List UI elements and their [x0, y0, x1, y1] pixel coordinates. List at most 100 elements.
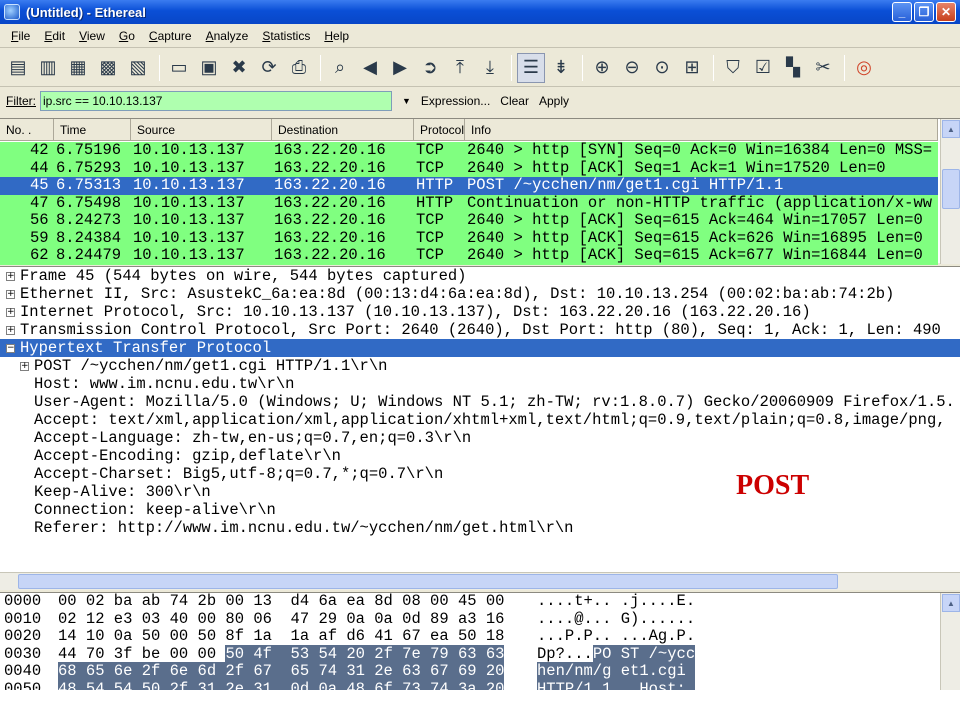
scroll-up-icon[interactable]: ▲ — [942, 120, 960, 138]
menu-file[interactable]: File — [4, 29, 37, 43]
go-last-icon[interactable]: ⤓ — [476, 53, 504, 83]
detail-row-http-field[interactable]: Accept-Language: zh-tw,en-us;q=0.7,en;q=… — [0, 429, 960, 447]
print-icon[interactable]: ⎙ — [285, 53, 313, 83]
table-row[interactable]: 56 8.24273 10.10.13.137 163.22.20.16 TCP 2640… — [0, 212, 938, 230]
expand-icon[interactable]: + — [6, 271, 15, 281]
column-protocol[interactable]: Protocol — [414, 119, 465, 141]
cell-src: 10.10.13.137 — [133, 142, 245, 159]
detail-row[interactable]: + Internet Protocol, Src: 10.10.13.137 (1… — [0, 303, 960, 321]
expand-icon[interactable]: + — [6, 289, 15, 299]
detail-row-http-field[interactable]: Accept: text/xml,application/xml,applica… — [0, 411, 960, 429]
open-file-icon[interactable]: ▭ — [165, 53, 193, 83]
collapse-icon[interactable]: − — [6, 343, 15, 353]
restart-capture-icon[interactable]: ▧ — [124, 53, 152, 83]
column-source[interactable]: Source — [131, 119, 272, 141]
column-info[interactable]: Info — [465, 119, 938, 141]
hex-offset: 0000 — [4, 592, 42, 610]
scroll-thumb[interactable] — [942, 169, 960, 209]
capture-options-icon[interactable]: ▥ — [34, 53, 62, 83]
coloring-rules-icon[interactable]: ▚ — [779, 53, 807, 83]
filter-dropdown-icon[interactable]: ▼ — [402, 96, 411, 106]
hex-row[interactable]: 0030 44 70 3f be 00 00 50 4f 53 54 20 2f … — [0, 644, 960, 664]
close-file-icon[interactable]: ✖ — [225, 53, 253, 83]
hex-row[interactable]: 0040 68 65 6e 2f 6e 6d 2f 67 65 74 31 2e … — [0, 662, 960, 681]
preferences-icon[interactable]: ✂ — [809, 53, 837, 83]
display-filters-icon[interactable]: ☑ — [749, 53, 777, 83]
resize-columns-icon[interactable]: ⊞ — [678, 53, 706, 83]
cell-dst: 163.22.20.16 — [274, 142, 386, 159]
details-horizontal-scrollbar[interactable] — [0, 572, 960, 590]
table-row[interactable]: 45 6.75313 10.10.13.137 163.22.20.16 HTTP POS… — [0, 177, 938, 195]
cell-src: 10.10.13.137 — [133, 194, 245, 212]
capture-filters-icon[interactable]: ⛉ — [719, 53, 747, 83]
cell-time: 6.75313 — [56, 177, 122, 194]
hex-row[interactable]: 0010 02 12 e3 03 40 00 80 06 47 29 0a 0a … — [0, 610, 960, 629]
cell-proto: HTTP — [416, 177, 454, 194]
hex-bytes: 44 70 3f be 00 00 50 4f 53 54 20 2f 7e 7… — [58, 644, 505, 664]
start-capture-icon[interactable]: ▦ — [64, 53, 92, 83]
expand-icon[interactable]: + — [20, 361, 29, 371]
detail-row-http-field[interactable]: User-Agent: Mozilla/5.0 (Windows; U; Win… — [0, 393, 960, 411]
colorize-icon[interactable]: ☰ — [517, 52, 545, 83]
help-icon[interactable]: ◎ — [850, 53, 878, 83]
detail-row-http-field[interactable]: Host: www.im.ncnu.edu.tw\r\n — [0, 375, 960, 393]
menu-go[interactable]: Go — [112, 29, 142, 43]
column-no[interactable]: No. . — [0, 119, 54, 141]
detail-row-http[interactable]: − Hypertext Transfer Protocol — [0, 339, 960, 357]
detail-row[interactable]: + Frame 45 (544 bytes on wire, 544 bytes … — [0, 267, 960, 285]
detail-row-http-field[interactable]: Connection: keep-alive\r\n — [0, 501, 960, 519]
go-first-icon[interactable]: ⤒ — [446, 53, 474, 83]
table-row[interactable]: 42 6.75196 10.10.13.137 163.22.20.16 TCP 2640… — [0, 142, 938, 160]
minimize-button[interactable]: _ — [892, 2, 912, 22]
hex-offset: 0020 — [4, 627, 42, 645]
detail-row[interactable]: + Transmission Control Protocol, Src Port… — [0, 321, 960, 339]
zoom-out-icon[interactable]: ⊖ — [618, 53, 646, 83]
column-destination[interactable]: Destination — [272, 119, 414, 141]
table-row[interactable]: 62 8.24479 10.10.13.137 163.22.20.16 TCP 2640… — [0, 247, 938, 265]
horizontal-scroll-thumb[interactable] — [18, 574, 838, 589]
hex-scroll-up-icon[interactable]: ▲ — [942, 594, 960, 612]
go-forward-icon[interactable]: ▶ — [386, 53, 414, 83]
title-bar[interactable]: (Untitled) - Ethereal _ ❐ ✕ — [0, 0, 960, 24]
interface-list-icon[interactable]: ▤ — [4, 53, 32, 83]
autoscroll-icon[interactable]: ⇟ — [547, 53, 575, 83]
zoom-normal-icon[interactable]: ⊙ — [648, 53, 676, 83]
menu-help[interactable]: Help — [317, 29, 356, 43]
packet-list-scrollbar[interactable]: ▲ — [940, 119, 960, 264]
find-packet-icon[interactable]: ⌕ — [326, 53, 354, 83]
detail-row[interactable]: + Ethernet II, Src: AsustekC_6a:ea:8d (00… — [0, 285, 960, 303]
zoom-in-icon[interactable]: ⊕ — [588, 53, 616, 83]
go-to-packet-icon[interactable]: ➲ — [416, 53, 444, 83]
hex-row[interactable]: 0020 14 10 0a 50 00 50 8f 1a 1a af d6 41 … — [0, 627, 960, 646]
stop-capture-icon[interactable]: ▩ — [94, 53, 122, 83]
table-row[interactable]: 59 8.24384 10.10.13.137 163.22.20.16 TCP 2640… — [0, 229, 938, 247]
expand-icon[interactable]: + — [6, 307, 15, 317]
table-row[interactable]: 44 6.75293 10.10.13.137 163.22.20.16 TCP 2640… — [0, 159, 938, 177]
maximize-button[interactable]: ❐ — [914, 2, 934, 22]
menu-view[interactable]: View — [72, 29, 112, 43]
filter-input[interactable] — [40, 91, 392, 111]
reload-icon[interactable]: ⟳ — [255, 53, 283, 83]
menu-statistics[interactable]: Statistics — [255, 29, 317, 43]
hex-row[interactable]: 0000 00 02 ba ab 74 2b 00 13 d4 6a ea 8d … — [0, 593, 960, 611]
detail-row-http-field[interactable]: Accept-Encoding: gzip,deflate\r\n — [0, 447, 960, 465]
expression-button[interactable]: Expression... — [421, 94, 490, 108]
save-file-icon[interactable]: ▣ — [195, 53, 223, 83]
clear-button[interactable]: Clear — [500, 94, 529, 108]
menu-edit[interactable]: Edit — [37, 29, 72, 43]
table-row[interactable]: 47 6.75498 10.10.13.137 163.22.20.16 HTTP Con… — [0, 194, 938, 212]
go-back-icon[interactable]: ◀ — [356, 53, 384, 83]
menu-analyze[interactable]: Analyze — [199, 29, 256, 43]
hex-row[interactable]: 0050 48 54 54 50 2f 31 2e 31 0d 0a 48 6f … — [0, 679, 960, 690]
expand-icon[interactable]: + — [6, 325, 15, 335]
detail-text: Accept-Encoding: gzip,deflate\r\n — [34, 447, 341, 465]
detail-row-post[interactable]: + POST /~ycchen/nm/get1.cgi HTTP/1.1\r\n — [0, 357, 960, 375]
detail-row-http-field[interactable]: Accept-Charset: Big5,utf-8;q=0.7,*;q=0.7… — [0, 465, 960, 483]
detail-row-http-field[interactable]: Referer: http://www.im.ncnu.edu.tw/~ycch… — [0, 519, 960, 537]
menu-capture[interactable]: Capture — [142, 29, 199, 43]
detail-row-http-field[interactable]: Keep-Alive: 300\r\n — [0, 483, 960, 501]
apply-button[interactable]: Apply — [539, 94, 569, 108]
close-button[interactable]: ✕ — [936, 2, 956, 22]
hex-scrollbar[interactable]: ▲ — [940, 593, 960, 690]
column-time[interactable]: Time — [54, 119, 131, 141]
